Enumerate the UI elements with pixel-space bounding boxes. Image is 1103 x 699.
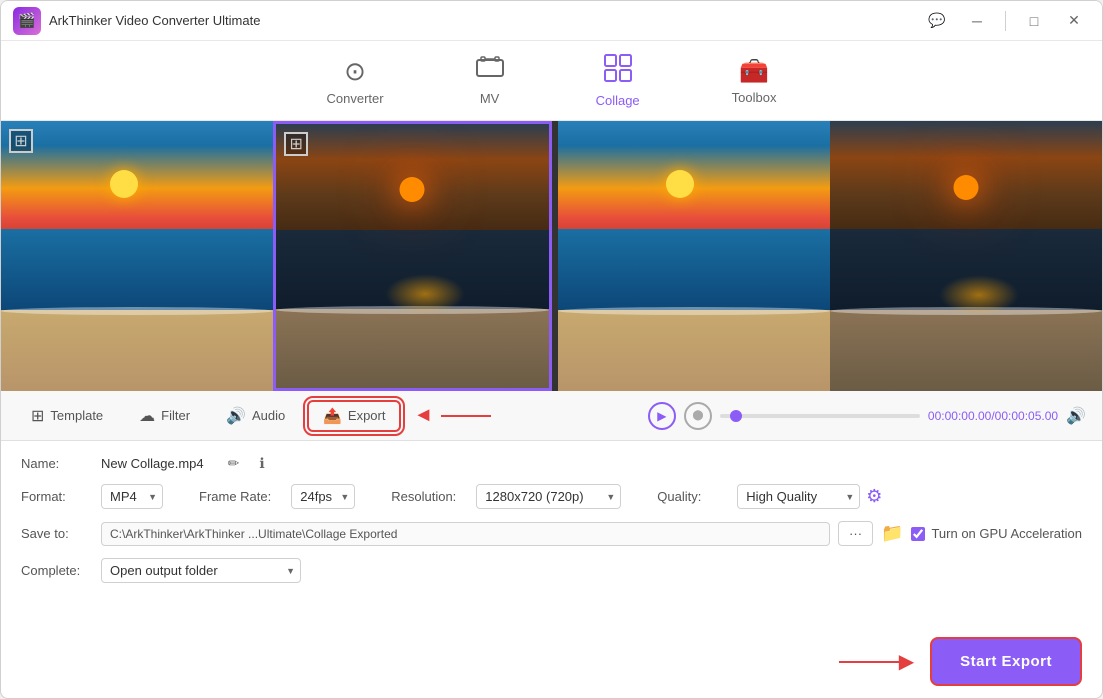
filter-button[interactable]: ☁ Filter <box>125 400 204 432</box>
volume-icon[interactable]: 🔊 <box>1066 406 1086 426</box>
progress-thumb[interactable] <box>730 410 742 422</box>
audio-button[interactable]: 🔊 Audio <box>212 400 299 432</box>
dots-button[interactable]: ··· <box>838 521 873 546</box>
template-button[interactable]: ⊞ Template <box>17 400 117 432</box>
audio-icon: 🔊 <box>226 406 246 426</box>
title-bar: 🎬 ArkThinker Video Converter Ultimate 💬 … <box>1 1 1102 41</box>
start-export-area: ▶ Start Export <box>1 637 1102 698</box>
arrow-line-export <box>839 661 899 663</box>
format-label: Format: <box>21 489 81 504</box>
gpu-label: Turn on GPU Acceleration <box>931 526 1082 541</box>
nav-bar: ⊙ Converter MV <box>1 41 1102 121</box>
saveto-row: Save to: C:\ArkThinker\ArkThinker ...Ult… <box>21 521 1082 546</box>
complete-select[interactable]: Open output folder Do nothing Shut down <box>101 558 301 583</box>
complete-select-wrapper: Open output folder Do nothing Shut down <box>101 558 301 583</box>
framerate-select-wrapper: 24fps 30fps 60fps <box>291 484 355 509</box>
title-controls: 💬 ─ □ ✕ <box>921 7 1090 35</box>
app-title: ArkThinker Video Converter Ultimate <box>49 13 921 28</box>
time-display: 00:00:00.00/00:00:05.00 <box>928 409 1058 423</box>
nav-toolbox-label: Toolbox <box>732 90 777 105</box>
nav-converter-label: Converter <box>327 91 384 106</box>
preview-area: ⊞ ⊞ <box>1 121 1102 391</box>
start-export-button[interactable]: Start Export <box>930 637 1082 686</box>
format-select[interactable]: MP4 AVI MOV <box>101 484 163 509</box>
preview-panel-1[interactable]: ⊞ <box>1 121 273 391</box>
app-icon: 🎬 <box>13 7 41 35</box>
filter-icon: ☁ <box>139 406 155 426</box>
preview-panel-3[interactable] <box>558 121 830 391</box>
nav-mv[interactable]: MV <box>460 48 520 114</box>
minimize-button[interactable]: ─ <box>961 7 993 35</box>
toolbox-icon: 🧰 <box>739 57 769 86</box>
format-row: Format: MP4 AVI MOV Frame Rate: 24fps 30… <box>21 484 1082 509</box>
gpu-checkbox-label[interactable]: Turn on GPU Acceleration <box>911 526 1082 541</box>
name-row: Name: New Collage.mp4 ✏ ℹ <box>21 455 1082 472</box>
arrow-indicator-export: ▶ <box>839 649 914 674</box>
add-media-icon-2[interactable]: ⊞ <box>284 132 308 156</box>
converter-icon: ⊙ <box>344 56 366 87</box>
format-select-wrapper: MP4 AVI MOV <box>101 484 163 509</box>
arrow-line-horizontal <box>441 415 491 417</box>
quality-select[interactable]: High Quality Medium Quality Low Quality <box>737 484 860 509</box>
arrow-head-export: ▶ <box>899 649 914 674</box>
framerate-label: Frame Rate: <box>199 489 271 504</box>
restore-button[interactable]: □ <box>1018 7 1050 35</box>
filter-label: Filter <box>161 408 190 423</box>
quality-select-wrapper: High Quality Medium Quality Low Quality <box>737 484 860 509</box>
stop-button[interactable]: ⬤ <box>684 402 712 430</box>
saveto-label: Save to: <box>21 526 81 541</box>
nav-mv-label: MV <box>480 91 500 106</box>
nav-converter[interactable]: ⊙ Converter <box>311 48 400 114</box>
mv-icon <box>476 56 504 87</box>
beach-image-1 <box>1 121 273 391</box>
resolution-select-wrapper: 1280x720 (720p) 1920x1080 (1080p) 3840x2… <box>476 484 621 509</box>
export-label: Export <box>348 408 386 423</box>
beach-image-2 <box>276 124 548 388</box>
beach-image-3 <box>558 121 830 391</box>
preview-panel-4[interactable] <box>830 121 1102 391</box>
quality-label: Quality: <box>657 489 717 504</box>
app-window: 🎬 ArkThinker Video Converter Ultimate 💬 … <box>0 0 1103 699</box>
nav-collage-label: Collage <box>596 93 640 108</box>
audio-label: Audio <box>252 408 285 423</box>
beach-image-4 <box>830 121 1102 391</box>
export-button[interactable]: 📤 Export <box>307 400 401 432</box>
template-icon: ⊞ <box>31 406 44 426</box>
progress-track[interactable] <box>720 414 920 418</box>
nav-collage[interactable]: Collage <box>580 46 656 116</box>
name-value: New Collage.mp4 <box>101 456 204 471</box>
complete-row: Complete: Open output folder Do nothing … <box>21 558 1082 583</box>
info-icon[interactable]: ℹ <box>259 455 264 472</box>
name-label: Name: <box>21 456 81 471</box>
resolution-label: Resolution: <box>391 489 456 504</box>
template-label: Template <box>50 408 103 423</box>
preview-panel-2[interactable]: ⊞ <box>273 121 551 391</box>
save-path: C:\ArkThinker\ArkThinker ...Ultimate\Col… <box>101 522 830 546</box>
play-button[interactable]: ▶ <box>648 402 676 430</box>
settings-area: Name: New Collage.mp4 ✏ ℹ Format: MP4 AV… <box>1 441 1102 637</box>
edit-icon[interactable]: ✏ <box>228 455 240 472</box>
add-media-icon-1[interactable]: ⊞ <box>9 129 33 153</box>
framerate-select[interactable]: 24fps 30fps 60fps <box>291 484 355 509</box>
separator <box>1005 11 1006 31</box>
collage-icon <box>604 54 632 89</box>
close-button[interactable]: ✕ <box>1058 7 1090 35</box>
export-icon: 📤 <box>323 407 342 425</box>
arrow-indicator: ◄ <box>413 404 433 427</box>
folder-icon[interactable]: 📁 <box>881 523 903 544</box>
quality-settings-icon[interactable]: ⚙ <box>866 486 882 507</box>
resolution-select[interactable]: 1280x720 (720p) 1920x1080 (1080p) 3840x2… <box>476 484 621 509</box>
nav-toolbox[interactable]: 🧰 Toolbox <box>716 49 793 113</box>
complete-label: Complete: <box>21 563 81 578</box>
path-row: C:\ArkThinker\ArkThinker ...Ultimate\Col… <box>101 521 1082 546</box>
playback-controls: ▶ ⬤ 00:00:00.00/00:00:05.00 🔊 <box>648 402 1086 430</box>
chat-button[interactable]: 💬 <box>921 7 953 35</box>
toolbar: ⊞ Template ☁ Filter 🔊 Audio 📤 Export ◄ ▶… <box>1 391 1102 441</box>
quality-wrapper: High Quality Medium Quality Low Quality … <box>737 484 882 509</box>
gpu-checkbox[interactable] <box>911 527 925 541</box>
